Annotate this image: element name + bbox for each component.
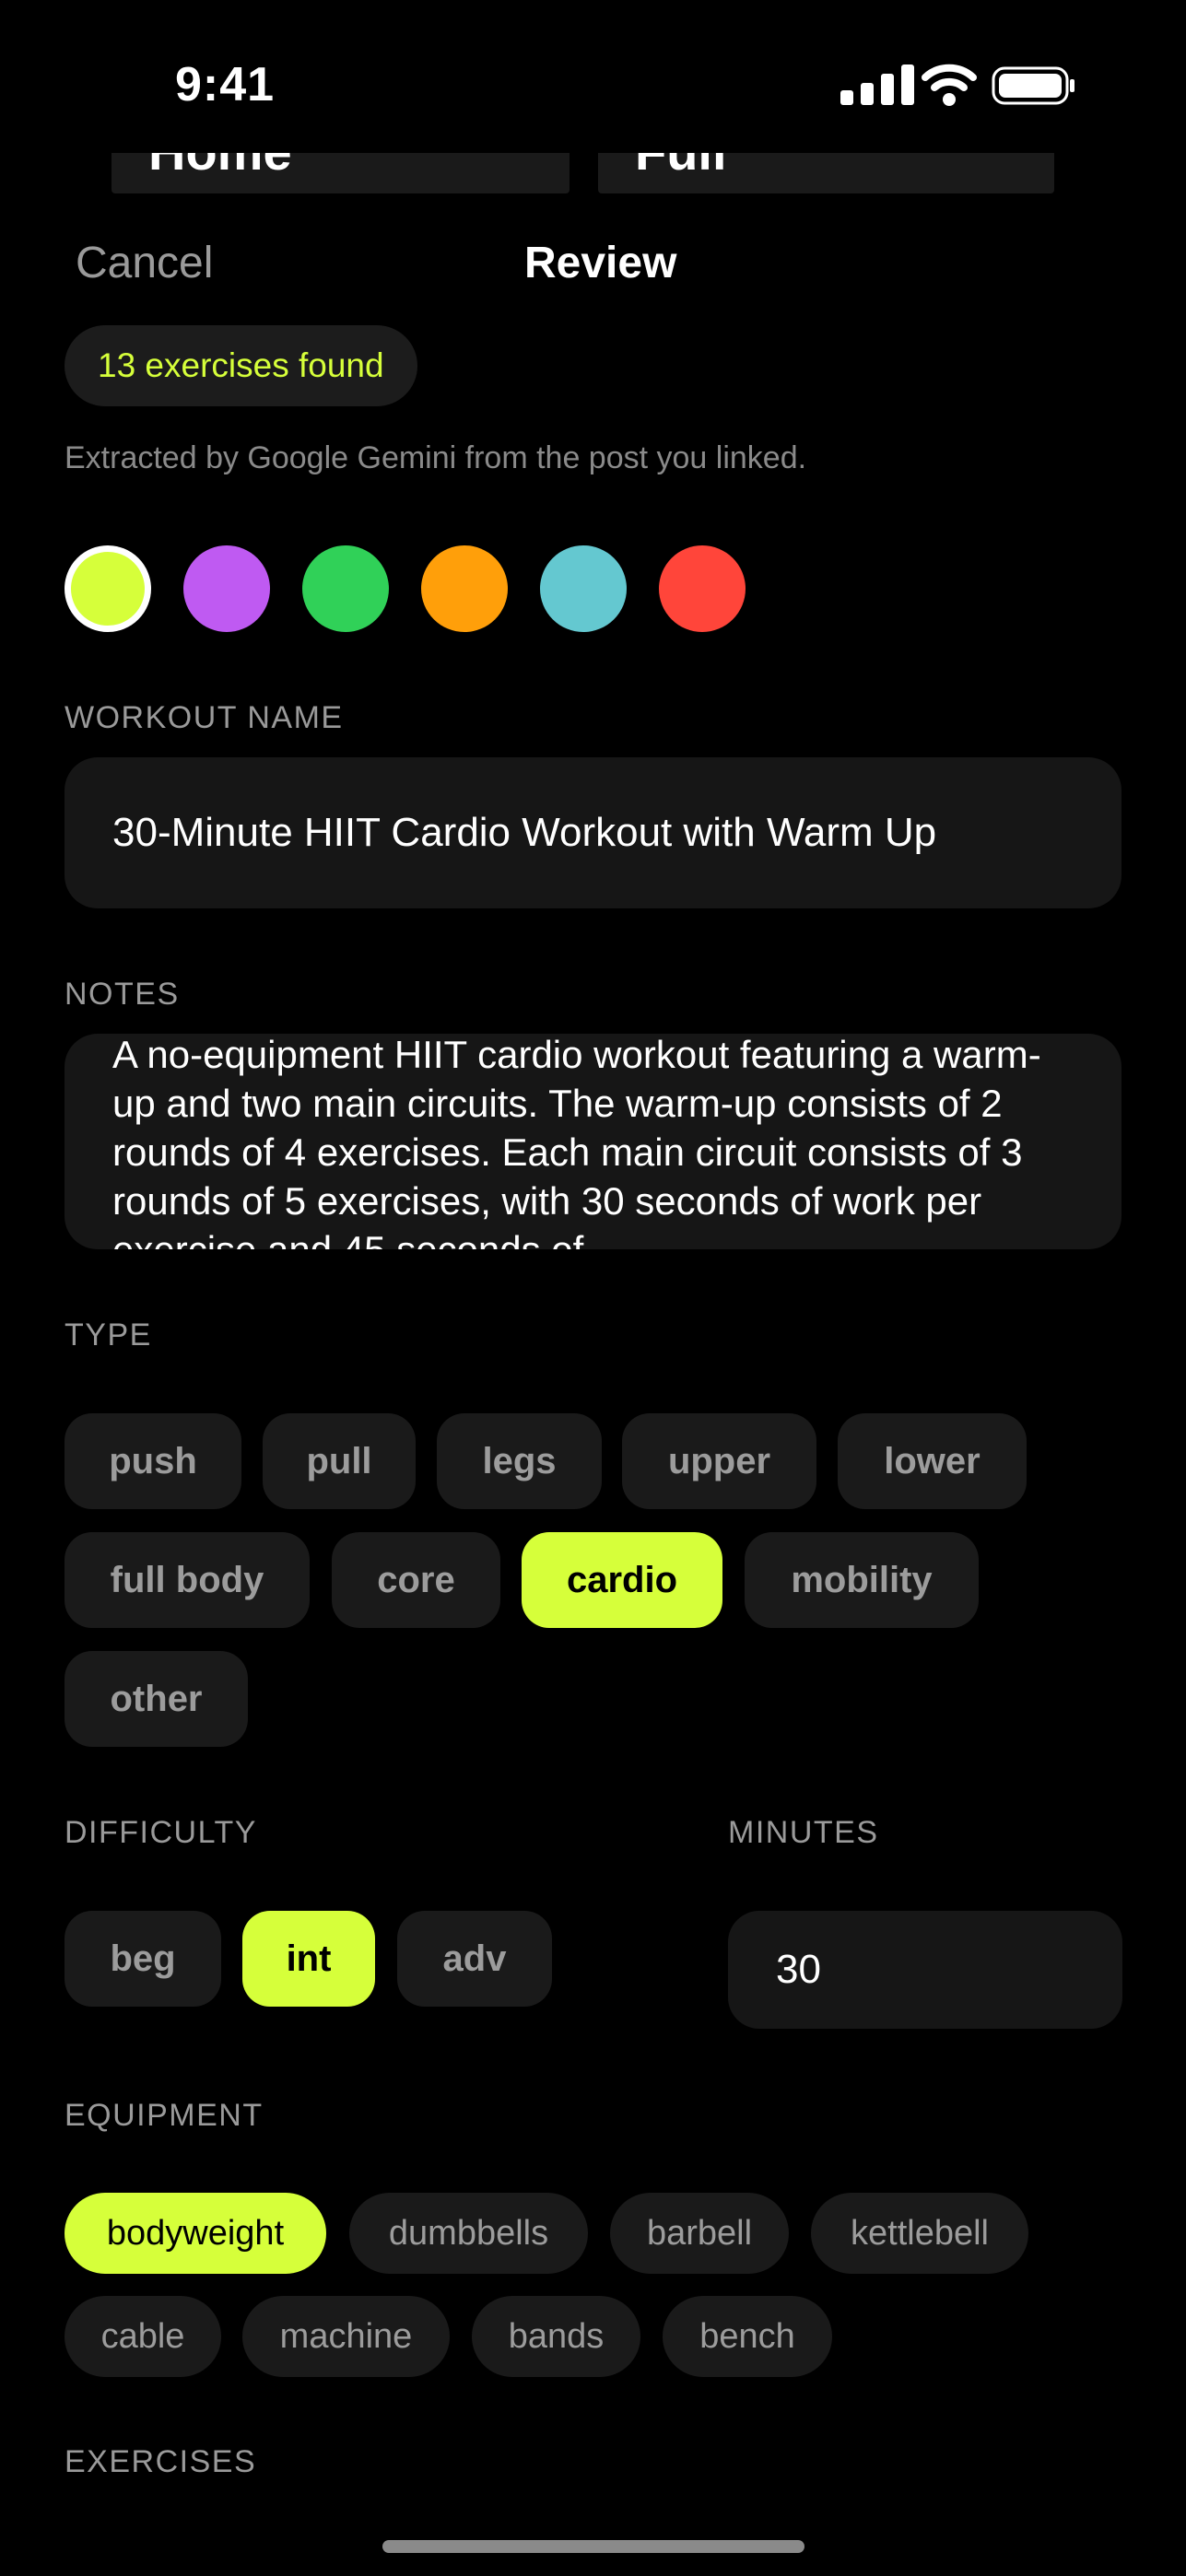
workout-name-label: WORKOUT NAME xyxy=(65,700,344,735)
color-swatch[interactable] xyxy=(540,545,627,632)
type-chip-legs[interactable]: legs xyxy=(437,1413,602,1509)
notes-label: NOTES xyxy=(65,977,180,1012)
equipment-label: EQUIPMENT xyxy=(65,2098,264,2133)
notes-text: A no-equipment HIIT cardio workout featu… xyxy=(112,1034,1041,1249)
exercises-found-badge: 13 exercises found xyxy=(65,325,417,406)
type-chip-pull[interactable]: pull xyxy=(263,1413,416,1509)
status-time: 9:41 xyxy=(175,58,276,111)
cancel-button[interactable]: Cancel xyxy=(76,238,213,288)
color-swatch[interactable] xyxy=(659,545,746,632)
difficulty-chip-int[interactable]: int xyxy=(242,1911,375,2007)
equipment-chip-bands[interactable]: bands xyxy=(472,2296,640,2377)
page-title: Review xyxy=(524,239,677,287)
equipment-chip-cable[interactable]: cable xyxy=(65,2296,221,2377)
type-chip-mobility[interactable]: mobility xyxy=(745,1532,979,1628)
minutes-label: MINUTES xyxy=(728,1815,879,1850)
status-bar: 9:41 xyxy=(0,0,1186,175)
background-tab-label: Home xyxy=(148,153,292,181)
color-swatch[interactable] xyxy=(302,545,389,632)
difficulty-label: DIFFICULTY xyxy=(65,1815,257,1850)
type-chip-core[interactable]: core xyxy=(332,1532,500,1628)
type-chip-push[interactable]: push xyxy=(65,1413,241,1509)
home-indicator xyxy=(382,2540,804,2553)
type-chip-other[interactable]: other xyxy=(65,1651,248,1747)
type-chip-full-body[interactable]: full body xyxy=(65,1532,310,1628)
wifi-icon xyxy=(922,64,977,106)
difficulty-chip-beg[interactable]: beg xyxy=(65,1911,221,2007)
equipment-chip-dumbbells[interactable]: dumbbells xyxy=(349,2193,588,2274)
background-tab-full: Full xyxy=(598,153,1054,193)
color-swatch[interactable] xyxy=(421,545,508,632)
equipment-chip-machine[interactable]: machine xyxy=(242,2296,450,2377)
equipment-chip-bench[interactable]: bench xyxy=(663,2296,832,2377)
workout-name-field[interactable]: 30-Minute HIIT Cardio Workout with Warm … xyxy=(65,757,1121,908)
type-label: TYPE xyxy=(65,1317,152,1352)
equipment-chip-barbell[interactable]: barbell xyxy=(610,2193,789,2274)
background-tab-label: Full xyxy=(635,153,727,181)
extraction-note: Extracted by Google Gemini from the post… xyxy=(65,440,807,475)
exercises-label: EXERCISES xyxy=(65,2444,257,2479)
notes-field[interactable]: A no-equipment HIIT cardio workout featu… xyxy=(65,1034,1121,1249)
minutes-field[interactable]: 30 xyxy=(728,1911,1122,2029)
type-chip-upper[interactable]: upper xyxy=(622,1413,816,1509)
color-swatch[interactable] xyxy=(183,545,270,632)
equipment-chip-kettlebell[interactable]: kettlebell xyxy=(811,2193,1028,2274)
battery-icon xyxy=(992,66,1074,105)
equipment-chip-bodyweight[interactable]: bodyweight xyxy=(65,2193,326,2274)
background-tab-home: Home xyxy=(112,153,570,193)
type-chip-lower[interactable]: lower xyxy=(838,1413,1027,1509)
difficulty-chip-adv[interactable]: adv xyxy=(397,1911,552,2007)
color-swatch[interactable] xyxy=(65,545,151,632)
cellular-signal-icon xyxy=(840,64,914,105)
type-chip-cardio[interactable]: cardio xyxy=(522,1532,722,1628)
